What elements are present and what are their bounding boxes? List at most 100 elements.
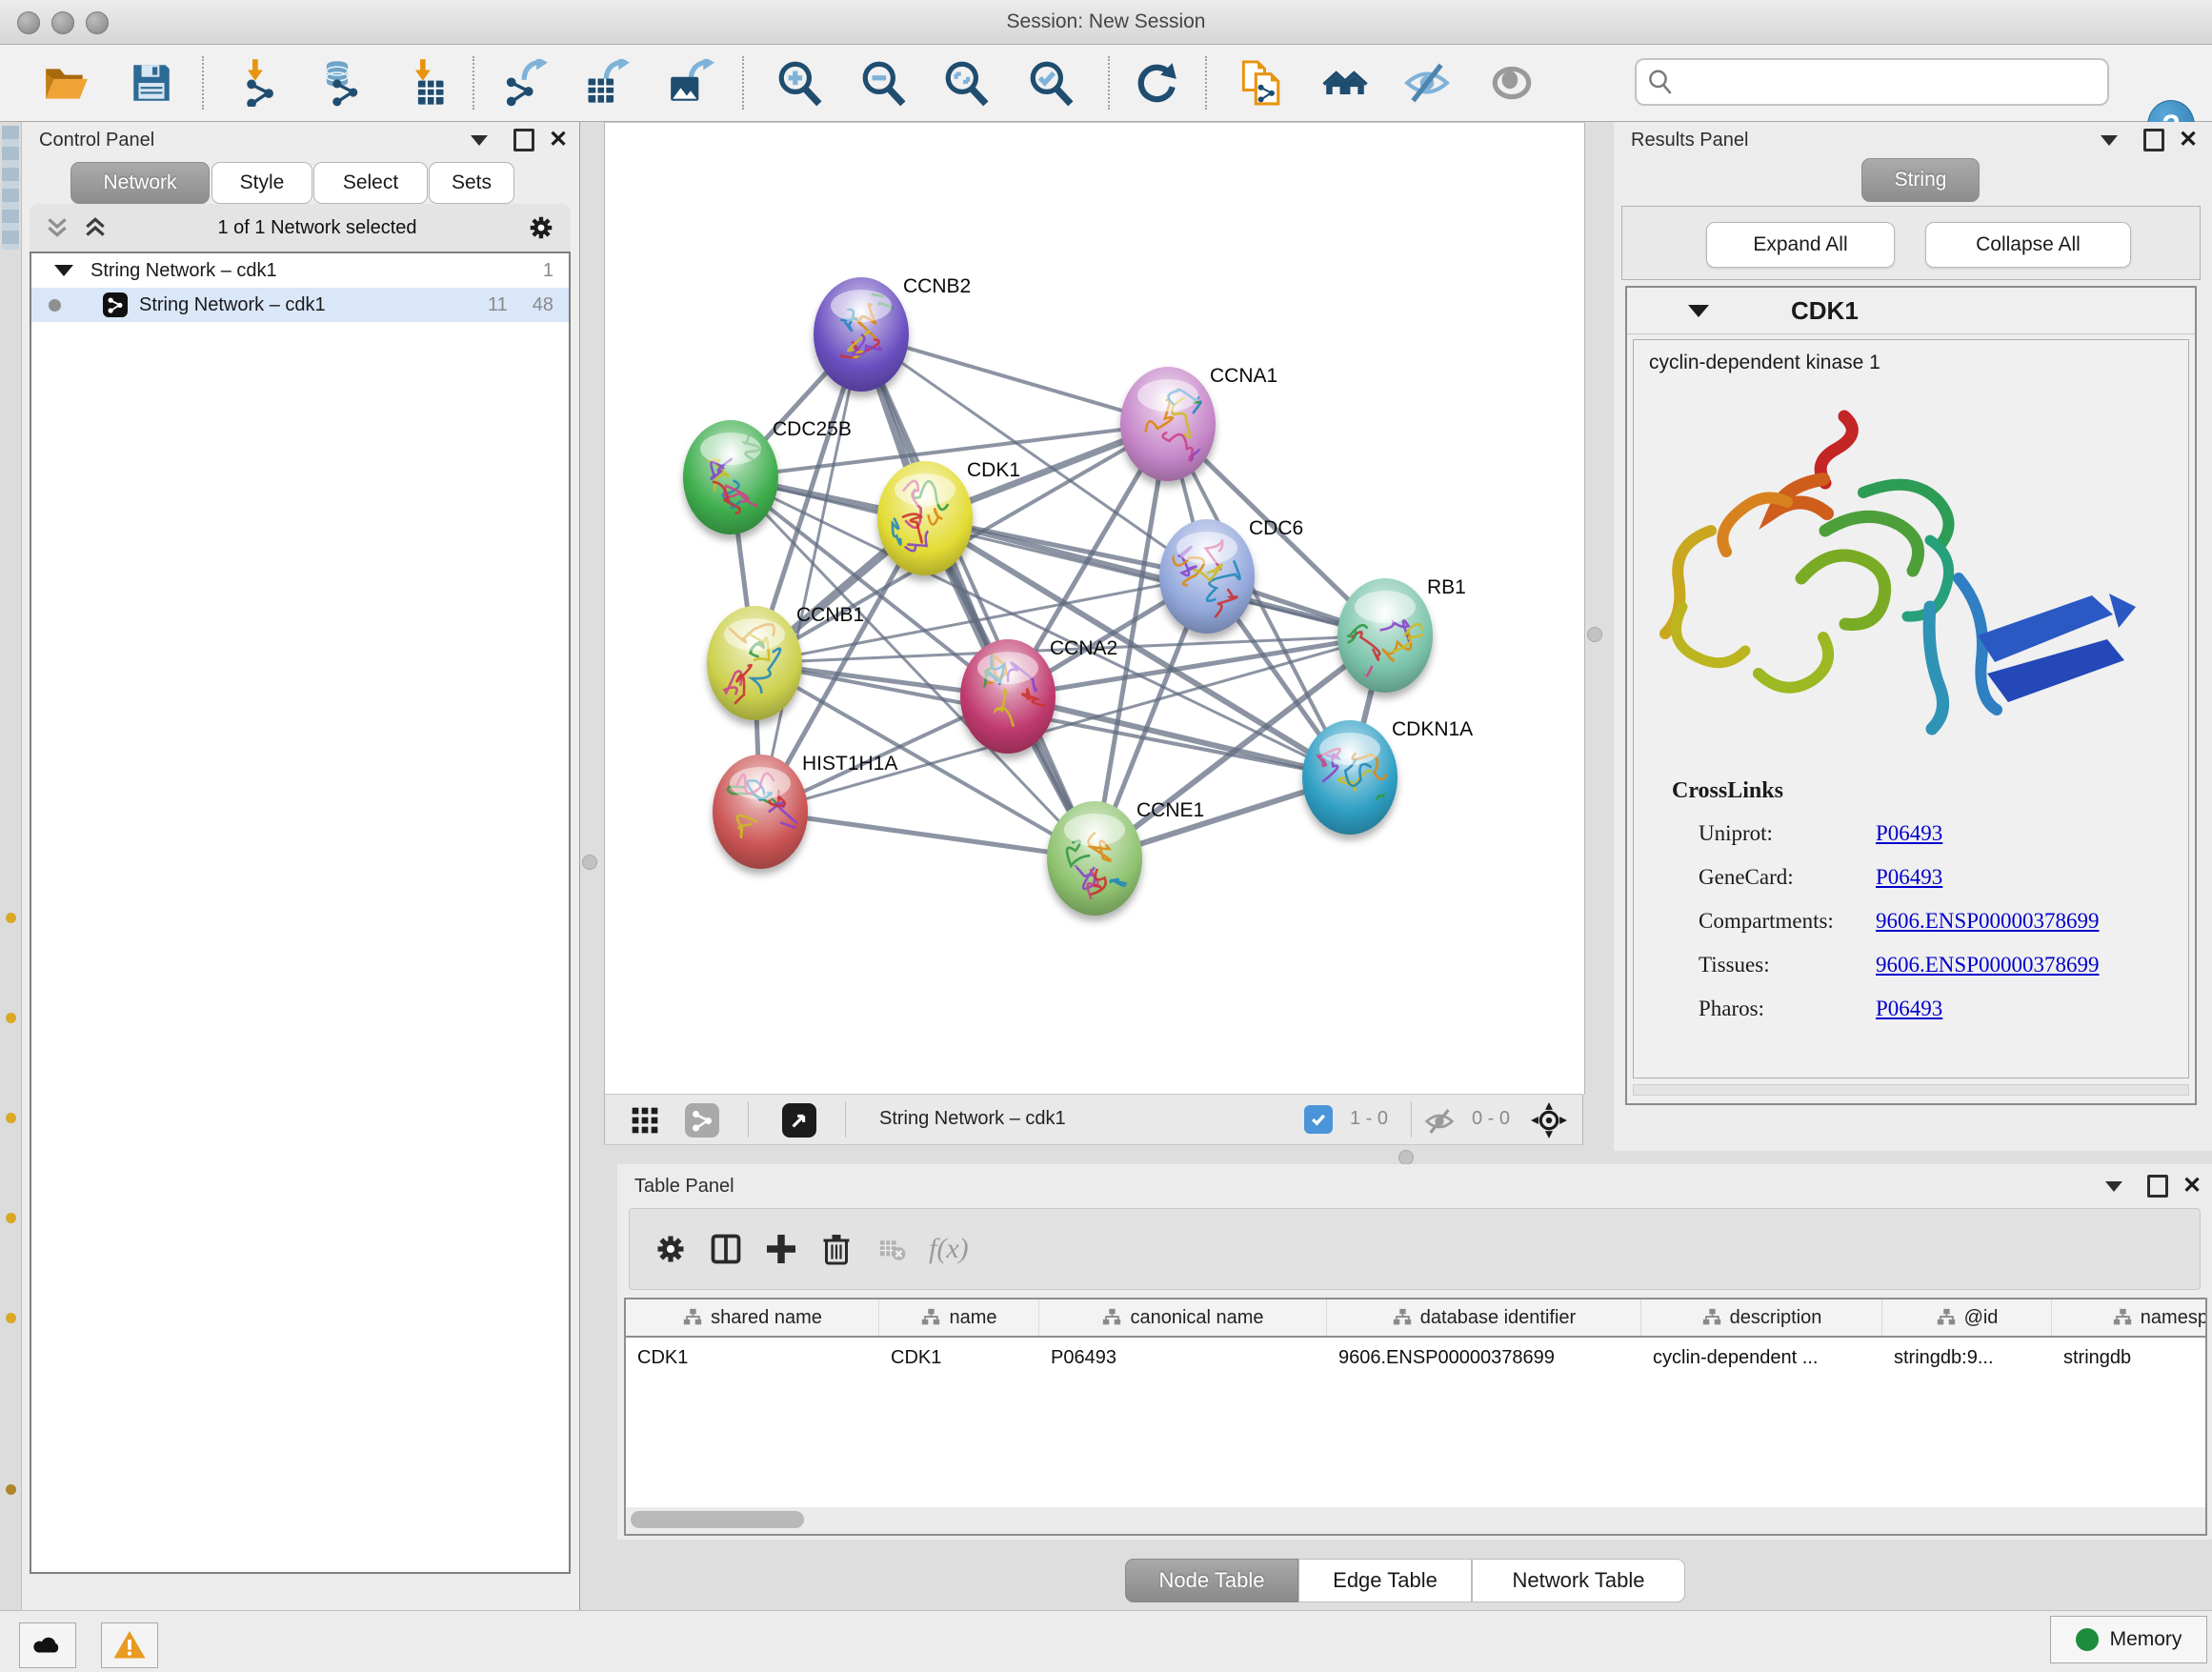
collapse-all-icon[interactable] — [45, 215, 70, 240]
control-panel-close-button[interactable]: ✕ — [544, 128, 573, 152]
zoom-out-button[interactable] — [857, 57, 909, 109]
grid-view-icon[interactable] — [630, 1105, 660, 1136]
hidden-eye-slash-icon[interactable] — [1424, 1106, 1455, 1137]
results-scrollbar[interactable] — [1633, 1084, 2189, 1096]
table-row[interactable]: CDK1 CDK1 P06493 9606.ENSP00000378699 cy… — [626, 1338, 2205, 1378]
column-header[interactable]: namespace — [2052, 1299, 2207, 1336]
protein-node-ccna2[interactable]: CCNA2 — [960, 637, 1117, 754]
results-panel-float-menu[interactable] — [2095, 128, 2123, 152]
column-header[interactable]: canonical name — [1039, 1299, 1327, 1336]
refresh-button[interactable] — [1131, 57, 1182, 109]
tab-network-table[interactable]: Network Table — [1472, 1559, 1685, 1602]
close-window-button[interactable] — [17, 11, 40, 34]
control-panel-float-menu[interactable] — [465, 128, 493, 152]
search-input[interactable] — [1675, 71, 2098, 94]
network-options-gear-icon[interactable] — [527, 213, 555, 242]
result-collapse-triangle[interactable] — [1688, 305, 1709, 317]
expand-all-icon[interactable] — [83, 215, 108, 240]
tab-edge-table[interactable]: Edge Table — [1298, 1559, 1472, 1602]
network-graph[interactable]: CCNB2CCNA1CDC25BCDK1CDC6RB1CCNB1CCNA2CDK… — [605, 123, 1584, 1095]
tab-sets[interactable]: Sets — [429, 162, 514, 204]
column-header[interactable]: @id — [1882, 1299, 2052, 1336]
control-panel-undock-button[interactable] — [510, 128, 538, 152]
hide-selected-button[interactable] — [1401, 57, 1453, 109]
zoom-selected-button[interactable] — [1025, 57, 1076, 109]
network-canvas[interactable]: CCNB2CCNA1CDC25BCDK1CDC6RB1CCNB1CCNA2CDK… — [604, 122, 1585, 1095]
warnings-button[interactable] — [101, 1622, 158, 1668]
column-header[interactable]: name — [879, 1299, 1039, 1336]
collapse-all-button[interactable]: Collapse All — [1925, 222, 2131, 268]
birdseye-view-icon[interactable] — [782, 1103, 816, 1138]
selected-nodes-checkbox[interactable] — [1304, 1105, 1333, 1134]
column-header[interactable]: shared name — [626, 1299, 879, 1336]
save-session-button[interactable] — [126, 57, 177, 109]
network-view-type-icon[interactable] — [685, 1103, 719, 1138]
protein-node-hist1h1a[interactable]: HIST1H1A — [713, 753, 897, 869]
protein-node-ccna1[interactable]: CCNA1 — [1120, 365, 1277, 481]
pharos-link[interactable]: P06493 — [1876, 997, 1942, 1021]
add-column-icon[interactable] — [754, 1221, 809, 1277]
export-image-button[interactable] — [665, 57, 716, 109]
tab-network[interactable]: Network — [70, 162, 210, 204]
table-horizontal-scrollbar[interactable] — [624, 1507, 2207, 1536]
tab-string[interactable]: String — [1861, 158, 1980, 202]
home-networks-button[interactable] — [1319, 57, 1371, 109]
memory-button[interactable]: Memory — [2050, 1616, 2207, 1663]
import-table-button[interactable] — [400, 57, 452, 109]
scrollbar-thumb[interactable] — [631, 1511, 804, 1528]
zoom-window-button[interactable] — [86, 11, 109, 34]
compartments-link[interactable]: 9606.ENSP00000378699 — [1876, 909, 2100, 934]
status-bar: Memory — [0, 1610, 2212, 1672]
bottom-splitter-handle[interactable] — [1398, 1150, 1414, 1165]
results-panel-close-button[interactable]: ✕ — [2174, 128, 2202, 152]
memory-status-dot — [2076, 1628, 2099, 1651]
network-row[interactable]: String Network – cdk1 11 48 — [31, 288, 569, 322]
table-panel-float-menu[interactable] — [2100, 1174, 2128, 1199]
collection-count: 1 — [543, 260, 553, 282]
fit-selected-crosshair-icon[interactable] — [1531, 1102, 1567, 1138]
protein-node-ccnb2[interactable]: CCNB2 — [814, 275, 971, 392]
tab-node-table[interactable]: Node Table — [1125, 1559, 1298, 1602]
expand-all-button[interactable]: Expand All — [1706, 222, 1895, 268]
open-session-button[interactable] — [40, 57, 91, 109]
network-tree: String Network – cdk1 1 String Network –… — [30, 252, 571, 1574]
cloud-sync-button[interactable] — [19, 1622, 76, 1668]
results-panel-undock-button[interactable] — [2140, 128, 2168, 152]
column-header[interactable]: description — [1641, 1299, 1882, 1336]
uniprot-link[interactable]: P06493 — [1876, 821, 1942, 846]
protein-node-ccnb1[interactable]: CCNB1 — [707, 604, 864, 720]
protein-node-rb1[interactable]: RB1 — [1337, 576, 1466, 699]
delete-table-icon[interactable] — [864, 1221, 919, 1277]
genecard-link[interactable]: P06493 — [1876, 865, 1942, 890]
protein-node-cdc6[interactable]: CDC6 — [1159, 517, 1303, 634]
network-current-dot — [49, 299, 61, 312]
minimize-window-button[interactable] — [51, 11, 74, 34]
protein-node-ccne1[interactable]: CCNE1 — [1047, 799, 1204, 916]
network-collection-row[interactable]: String Network – cdk1 1 — [31, 253, 569, 288]
export-table-button[interactable] — [580, 57, 632, 109]
function-builder-icon[interactable]: f(x) — [929, 1233, 969, 1265]
tab-style[interactable]: Style — [211, 162, 312, 204]
zoom-in-button[interactable] — [774, 57, 825, 109]
protein-node-cdkn1a[interactable]: CDKN1A — [1302, 718, 1473, 835]
left-splitter-handle[interactable] — [582, 855, 597, 870]
zoom-fit-button[interactable] — [940, 57, 992, 109]
import-network-database-button[interactable] — [312, 57, 364, 109]
tissues-link[interactable]: 9606.ENSP00000378699 — [1876, 953, 2100, 977]
clone-network-button[interactable] — [1235, 57, 1286, 109]
import-network-file-button[interactable] — [232, 57, 284, 109]
right-splitter-handle[interactable] — [1587, 627, 1602, 642]
table-panel-close-button[interactable]: ✕ — [2178, 1174, 2206, 1199]
collection-expand-triangle[interactable] — [54, 265, 73, 276]
node-result-header[interactable]: CDK1 — [1627, 288, 2195, 334]
show-columns-icon[interactable] — [698, 1221, 754, 1277]
column-header[interactable]: database identifier — [1327, 1299, 1641, 1336]
protein-node-cdk1[interactable]: CDK1 — [877, 459, 1020, 575]
export-network-button[interactable] — [500, 57, 552, 109]
table-panel-undock-button[interactable] — [2143, 1174, 2172, 1199]
delete-column-trash-icon[interactable] — [809, 1221, 864, 1277]
window-title: Session: New Session — [0, 0, 2212, 44]
table-settings-gear-icon[interactable] — [643, 1221, 698, 1277]
show-all-button[interactable] — [1486, 57, 1538, 109]
tab-select[interactable]: Select — [313, 162, 428, 204]
